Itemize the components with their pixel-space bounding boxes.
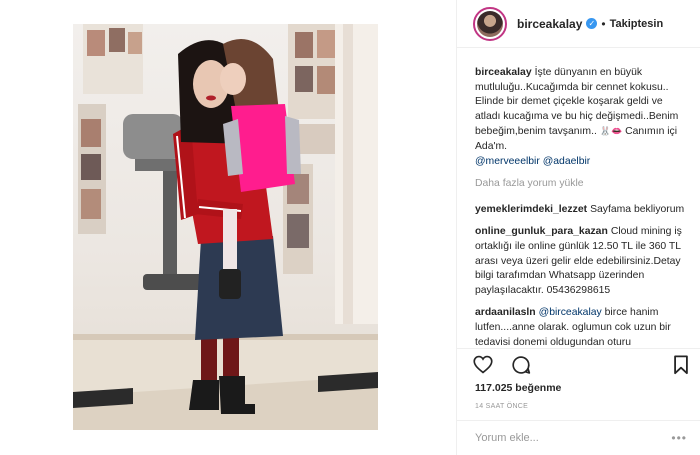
caption: birceakalay İşte dünyanın en büyük mutlul…	[475, 66, 689, 169]
post-timestamp: 14 SAAT ÖNCE	[475, 403, 529, 410]
list-item: online_gunluk_para_kazan Cloud mining iş …	[475, 225, 689, 298]
comment-username[interactable]: yemeklerimdeki_lezzet	[475, 204, 587, 215]
caption-mention-adaelbir[interactable]: @adaelbir	[543, 156, 591, 167]
bunny-emoji-icon: 🐰	[599, 126, 611, 137]
add-comment-bar: •••	[457, 420, 700, 455]
post-photo[interactable]	[73, 24, 378, 430]
comment-input[interactable]	[475, 432, 672, 444]
photo-pane	[0, 0, 456, 455]
bookmark-icon	[674, 354, 688, 374]
save-button[interactable]	[671, 354, 691, 375]
like-button[interactable]	[473, 355, 493, 375]
comment-username[interactable]: online_gunluk_para_kazan	[475, 226, 608, 237]
avatar-image	[477, 10, 503, 37]
comment-button[interactable]	[511, 355, 531, 375]
comment-icon	[512, 355, 531, 374]
list-item: yemeklerimdeki_lezzet Sayfama bekliyorum	[475, 203, 689, 218]
comment-mention[interactable]: @birceakalay	[539, 307, 602, 318]
comment-text: Sayfama bekliyorum	[590, 203, 685, 215]
load-more-comments-link[interactable]: Daha fazla yorum yükle	[475, 177, 689, 192]
follow-status-button[interactable]: Takiptesin	[610, 18, 664, 30]
lips-emoji-icon: 👄	[610, 126, 623, 137]
avatar[interactable]	[473, 6, 507, 41]
post-header: birceakalay ✓ • Takiptesin	[457, 0, 700, 48]
verified-badge-icon: ✓	[586, 18, 598, 29]
likes-count[interactable]: 117.025 beğenme	[475, 382, 561, 394]
caption-mention-merveeelbir[interactable]: @merveeelbir	[475, 156, 540, 167]
more-options-icon[interactable]: •••	[671, 431, 687, 445]
list-item: ardaanilasln @birceakalay birce hanim lut…	[475, 306, 689, 348]
photo-illustration	[73, 24, 378, 430]
caption-username[interactable]: birceakalay	[475, 67, 532, 78]
header-separator: •	[601, 16, 606, 31]
post-sidebar: birceakalay ✓ • Takiptesin birceakalay İş…	[456, 0, 700, 455]
comment-username[interactable]: ardaanilasln	[475, 307, 536, 318]
action-bar	[457, 348, 700, 380]
heart-icon	[473, 355, 493, 374]
comments-section: birceakalay İşte dünyanın en büyük mutlul…	[475, 66, 689, 348]
header-username[interactable]: birceakalay	[517, 17, 582, 31]
